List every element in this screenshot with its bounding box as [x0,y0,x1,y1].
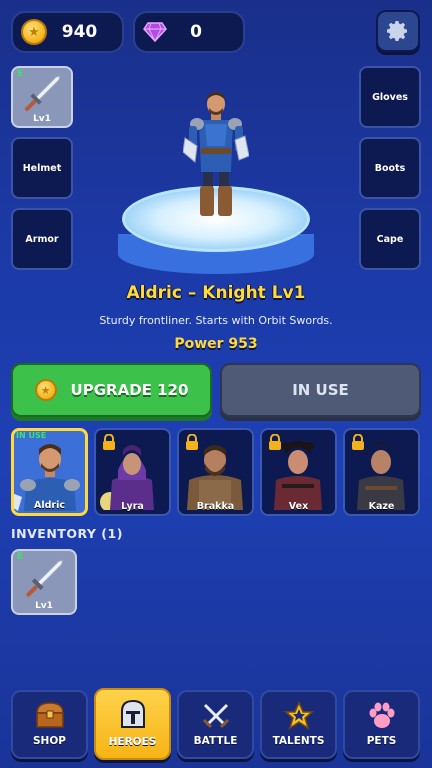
cape-slot-label: Cape [376,233,404,245]
weapon-level: Lv1 [33,114,51,124]
coin-counter: 940 [11,11,124,53]
in-use-button[interactable]: IN USE [220,363,421,417]
nav-talents[interactable]: TALENTS [260,690,337,759]
in-use-label: IN USE [292,381,349,399]
hero-name: Aldric [34,500,65,511]
inventory-item[interactable]: E Lv1 [11,549,77,615]
equipped-tag: E [17,69,24,79]
crossed-swords-icon [202,703,229,729]
coin-icon [34,379,57,401]
hero-card-aldric[interactable]: IN USE Aldric [11,428,88,516]
cape-slot[interactable]: Cape [359,208,421,270]
hero-card-vex[interactable]: Vex [260,428,337,516]
inventory-title: INVENTORY (1) [11,526,123,541]
hero-name: Brakka [196,501,235,512]
item-level: Lv1 [35,601,53,611]
star-icon [283,701,314,730]
sword-icon [25,75,61,111]
hero-title: Aldric – Knight Lv1 [126,283,306,303]
helmet-icon [120,699,145,728]
hero-power: Power 953 [174,336,258,352]
nav-label: SHOP [33,735,66,747]
weapon-slot[interactable]: E Lv1 [11,66,73,128]
hero-name: Vex [288,501,309,512]
boots-slot-label: Boots [374,162,406,174]
hero-card-kaze[interactable]: Kaze [343,428,420,516]
helmet-slot-label: Helmet [22,162,62,174]
nav-battle[interactable]: BATTLE [177,690,254,759]
lock-icon [103,434,115,450]
lock-icon [186,434,198,450]
nav-label: BATTLE [193,735,238,747]
paw-icon [369,702,394,728]
coin-icon [21,19,47,45]
chest-icon [35,702,64,728]
armor-slot[interactable]: Armor [11,208,73,270]
nav-pets[interactable]: PETS [343,690,420,759]
gloves-slot[interactable]: Gloves [359,66,421,128]
hero-description: Sturdy frontliner. Starts with Orbit Swo… [99,314,333,327]
settings-button[interactable] [376,10,420,52]
coin-value: 940 [61,22,98,42]
gloves-slot-label: Gloves [372,91,408,103]
lock-icon [352,434,364,450]
helmet-slot[interactable]: Helmet [11,137,73,199]
nav-heroes[interactable]: HEROES [94,688,171,760]
upgrade-label: UPGRADE 120 [70,381,189,399]
hero-name: Lyra [121,501,144,512]
lock-icon [269,434,281,450]
hero-card-brakka[interactable]: Brakka [177,428,254,516]
gear-icon [387,21,407,41]
equipped-tag: E [17,552,24,562]
sword-icon [26,559,64,597]
nav-shop[interactable]: SHOP [11,690,88,759]
hero-card-lyra[interactable]: Lyra [94,428,171,516]
gem-counter: 0 [133,11,245,53]
armor-slot-label: Armor [25,233,59,245]
hero-model[interactable] [183,90,249,220]
boots-slot[interactable]: Boots [359,137,421,199]
nav-label: PETS [366,735,397,747]
upgrade-button[interactable]: UPGRADE 120 [11,363,212,417]
nav-label: HEROES [108,736,157,748]
nav-label: TALENTS [272,735,325,747]
hero-name: Kaze [368,501,395,512]
